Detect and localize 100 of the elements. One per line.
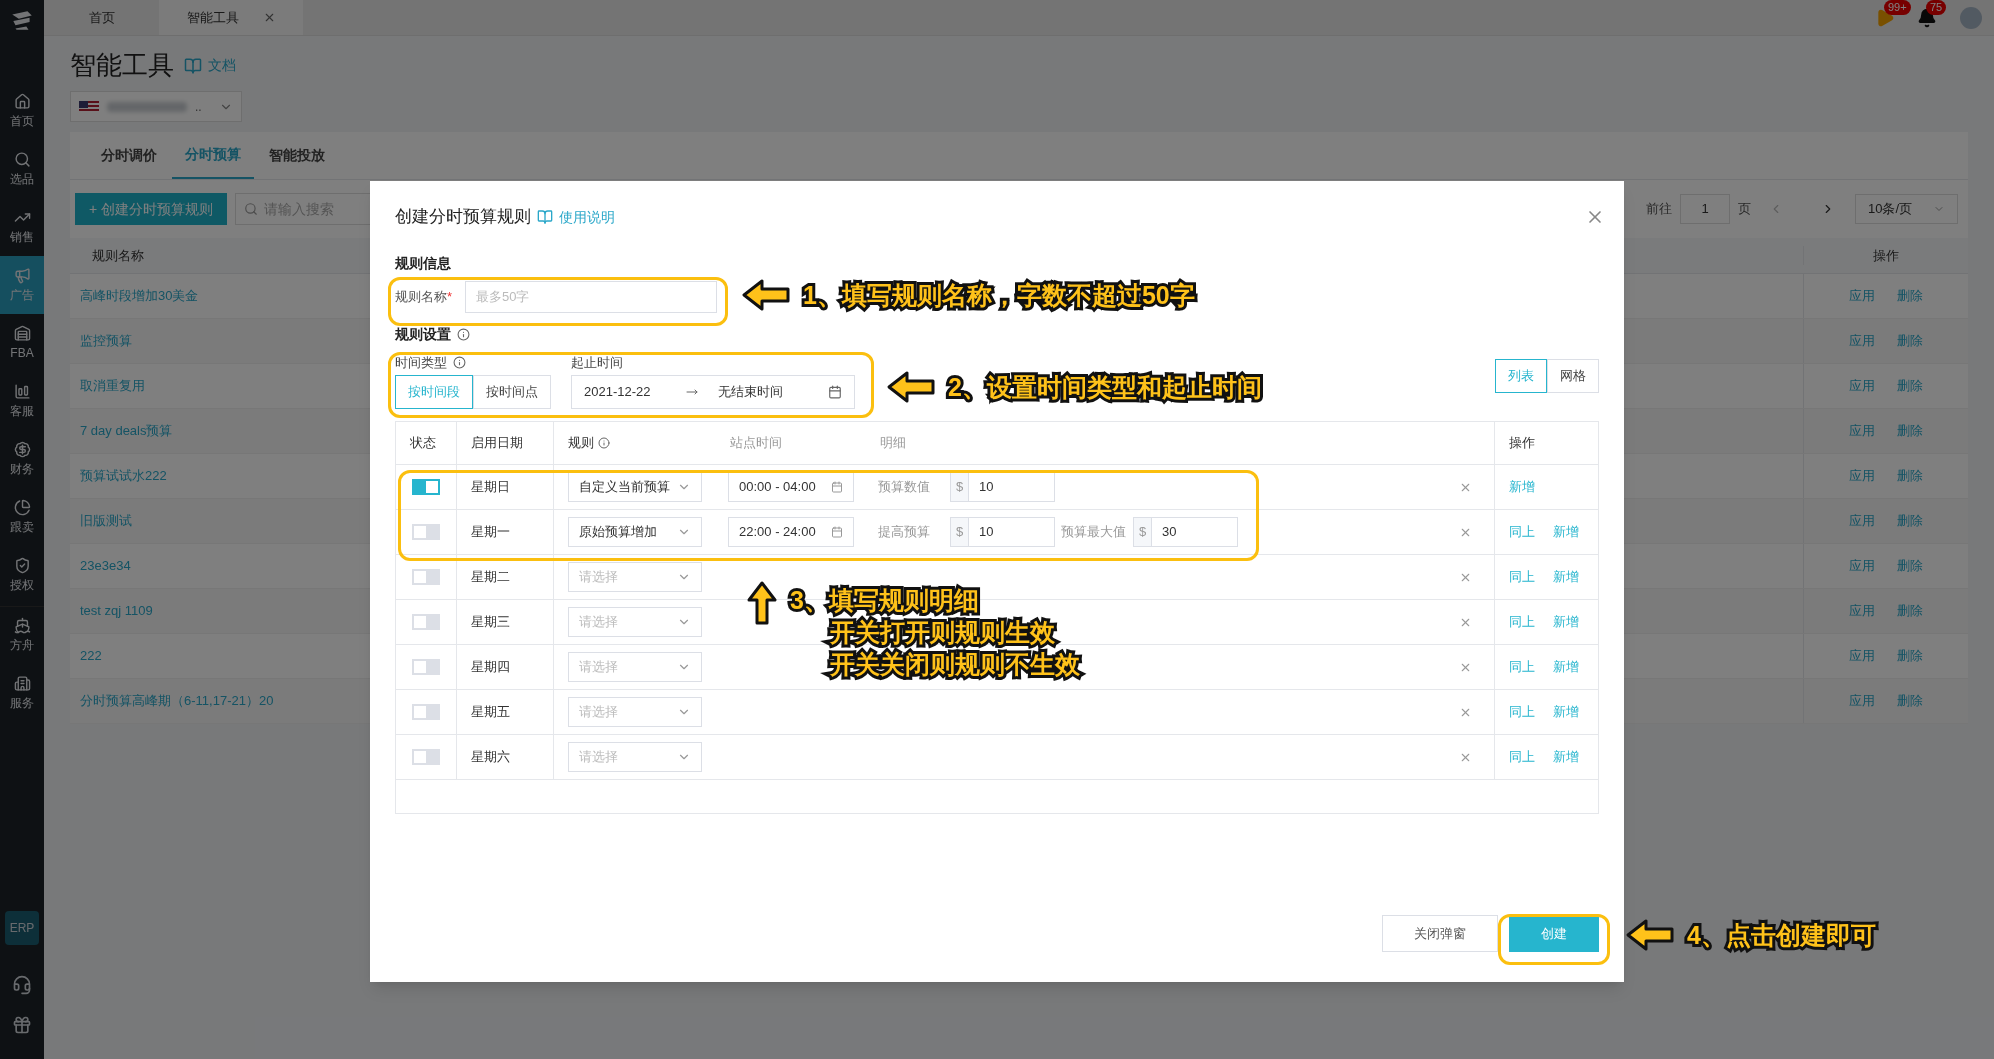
time-range-field[interactable]: 22:00 - 24:00 (728, 517, 854, 547)
info-icon (453, 355, 466, 369)
action-link[interactable]: 应用 (1849, 556, 1875, 576)
action-link[interactable]: 删除 (1897, 331, 1923, 351)
action-link[interactable]: 同上 (1509, 657, 1535, 677)
action-link[interactable]: 应用 (1849, 376, 1875, 396)
toggle-switch[interactable] (412, 749, 440, 765)
sidebar-item[interactable]: 服务 (0, 664, 44, 722)
action-link[interactable]: 删除 (1897, 286, 1923, 306)
column-header: 规则名称 (92, 247, 144, 263)
sidebar-item[interactable]: 首页 (0, 82, 44, 140)
field-label: 时间类型 (395, 353, 447, 372)
action-link[interactable]: 应用 (1849, 466, 1875, 486)
rule-select[interactable]: 请选择 (568, 607, 702, 637)
up-arrow-icon (746, 580, 778, 626)
action-link[interactable]: 新增 (1509, 477, 1535, 497)
rule-select[interactable]: 原始预算增加 (568, 517, 702, 547)
field-label: 起止时间 (571, 353, 624, 372)
action-link[interactable]: 应用 (1849, 286, 1875, 306)
toggle-switch[interactable] (412, 524, 440, 540)
action-link[interactable]: 同上 (1509, 522, 1535, 542)
amount-field[interactable]: $ 10 (950, 517, 1055, 547)
rule-select[interactable]: 请选择 (568, 697, 702, 727)
action-link[interactable]: 删除 (1897, 421, 1923, 441)
action-link[interactable]: 应用 (1849, 331, 1875, 351)
action-link[interactable]: 删除 (1897, 646, 1923, 666)
gift-icon[interactable] (12, 1015, 32, 1035)
action-link[interactable]: 删除 (1897, 556, 1923, 576)
rule-select[interactable]: 请选择 (568, 562, 702, 592)
action-link[interactable]: 新增 (1553, 612, 1579, 632)
segment-button[interactable]: 按时间段 (395, 375, 473, 409)
action-link[interactable]: 同上 (1509, 747, 1535, 767)
view-toggle-button[interactable]: 列表 (1495, 359, 1547, 393)
action-link[interactable]: 同上 (1509, 702, 1535, 722)
toggle-switch[interactable] (412, 479, 440, 495)
action-link[interactable]: 应用 (1849, 691, 1875, 711)
rule-select[interactable]: 请选择 (568, 742, 702, 772)
store-name: .. (195, 98, 202, 116)
sidebar-item[interactable]: 跟卖 (0, 488, 44, 546)
toggle-switch[interactable] (412, 659, 440, 675)
doc-link[interactable]: 文档 (208, 55, 236, 76)
avatar[interactable] (1960, 6, 1982, 29)
left-arrow-icon (741, 278, 791, 312)
warehouse-icon (13, 324, 31, 342)
sidebar-item[interactable]: 财务 (0, 430, 44, 488)
column-header: 操作 (1509, 434, 1535, 453)
sidebar-item[interactable]: 销售 (0, 198, 44, 256)
section-title: 规则信息 (395, 254, 452, 273)
action-link[interactable]: 新增 (1553, 747, 1579, 767)
toggle-switch[interactable] (412, 614, 440, 630)
tab[interactable]: 分时调价 (88, 132, 170, 179)
erp-badge[interactable]: ERP (5, 911, 39, 945)
date-range-field[interactable]: 2021-12-22 无结束时间 (571, 375, 855, 409)
search-icon (13, 150, 31, 168)
sidebar-item[interactable]: 授权 (0, 546, 44, 604)
toggle-switch[interactable] (412, 569, 440, 585)
action-link[interactable]: 新增 (1553, 702, 1579, 722)
action-link[interactable]: 新增 (1553, 522, 1579, 542)
sidebar-item[interactable]: FBA (0, 314, 44, 372)
amount-field[interactable]: $ 30 (1133, 517, 1238, 547)
weekday-label: 星期一 (471, 523, 510, 542)
action-link[interactable]: 应用 (1849, 601, 1875, 621)
tab[interactable]: 分时预算 (172, 132, 254, 179)
column-header: 状态 (410, 434, 436, 453)
create-rule-button[interactable]: + 创建分时预算规则 (75, 193, 228, 225)
headset-icon[interactable] (12, 975, 32, 995)
rule-name-field[interactable]: 最多50字 (465, 281, 717, 313)
action-link[interactable]: 应用 (1849, 511, 1875, 531)
action-link[interactable]: 删除 (1897, 691, 1923, 711)
create-button[interactable]: 创建 (1509, 915, 1599, 952)
toggle-switch[interactable] (412, 704, 440, 720)
sidebar-item[interactable]: 选品 (0, 140, 44, 198)
detail-label: 提高预算 (878, 523, 931, 542)
weekday-label: 星期日 (471, 478, 510, 497)
tab[interactable]: 智能投放 (256, 132, 338, 179)
segment-button[interactable]: 按时间点 (473, 375, 551, 409)
action-link[interactable]: 同上 (1509, 612, 1535, 632)
action-link[interactable]: 新增 (1553, 657, 1579, 677)
page-size-select[interactable]: 10条/页 (1855, 194, 1958, 224)
column-header: 站点时间 (730, 434, 782, 453)
page-tab[interactable]: 首页 (44, 0, 159, 35)
action-link[interactable]: 应用 (1849, 421, 1875, 441)
close-dialog-button[interactable]: 关闭弹窗 (1382, 915, 1498, 952)
action-link[interactable]: 同上 (1509, 567, 1535, 587)
column-header: 启用日期 (471, 434, 523, 453)
page-input[interactable]: 1 (1680, 194, 1730, 224)
view-toggle-button[interactable]: 网格 (1547, 359, 1599, 393)
help-link[interactable]: 使用说明 (559, 206, 615, 228)
page-tab[interactable]: 智能工具 (159, 0, 303, 35)
sidebar-item[interactable]: 广告 (0, 256, 44, 314)
action-link[interactable]: 删除 (1897, 376, 1923, 396)
calendar-icon (828, 385, 842, 399)
rule-select[interactable]: 请选择 (568, 652, 702, 682)
action-link[interactable]: 应用 (1849, 646, 1875, 666)
action-link[interactable]: 删除 (1897, 466, 1923, 486)
action-link[interactable]: 删除 (1897, 511, 1923, 531)
action-link[interactable]: 删除 (1897, 601, 1923, 621)
store-select[interactable]: .. (70, 91, 242, 122)
action-link[interactable]: 新增 (1553, 567, 1579, 587)
sidebar-item[interactable]: 客服 (0, 372, 44, 430)
